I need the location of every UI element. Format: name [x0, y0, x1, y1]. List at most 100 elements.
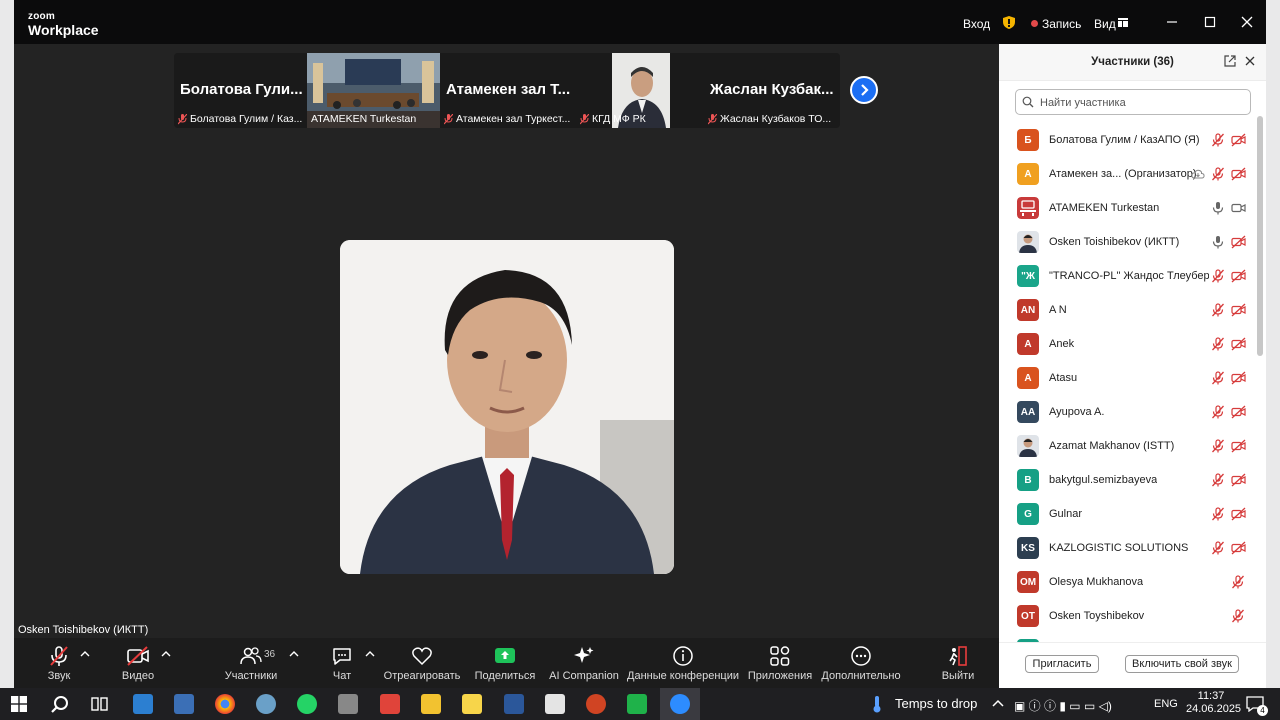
participant-row[interactable]: OM Olesya Mukhanova	[999, 566, 1257, 600]
grid-icon[interactable]	[1118, 18, 1128, 27]
mic-muted-icon[interactable]	[1211, 269, 1225, 283]
mic-muted-icon[interactable]	[1231, 609, 1245, 623]
chevron-up-icon[interactable]	[365, 650, 375, 658]
participant-row[interactable]: A Atasu	[999, 362, 1257, 396]
mic-icon[interactable]	[1211, 235, 1225, 249]
word-icon[interactable]	[504, 694, 524, 714]
app-icon[interactable]	[462, 694, 482, 714]
participant-row[interactable]: Bbakytgul.semizbayeva	[999, 464, 1257, 498]
participants-button[interactable]: Участники	[220, 638, 282, 688]
camera-off-icon[interactable]	[1231, 269, 1246, 283]
participant-row[interactable]: Osken Toishibekov (ИКТТ)	[999, 226, 1257, 260]
minimize-icon[interactable]	[1164, 14, 1180, 30]
video-tile[interactable]: Болатова Гули... Болатова Гулим / Каз...	[174, 53, 307, 128]
recording-button[interactable]: Запись	[1042, 17, 1081, 31]
app-icon[interactable]	[627, 694, 647, 714]
video-tile[interactable]: ATAMEKEN Turkestan	[307, 53, 440, 128]
share-button[interactable]: Поделиться	[475, 638, 535, 688]
shield-icon[interactable]	[1003, 16, 1015, 29]
participant-row[interactable]: AN A N	[999, 294, 1257, 328]
windows-start-icon[interactable]	[11, 696, 27, 712]
participant-row[interactable]: G Gulnar	[999, 498, 1257, 532]
mic-muted-icon[interactable]	[1211, 507, 1225, 521]
tray-icons[interactable]: ▣ ⓘ ⓘ ▮ ▭ ▭ ◁)	[1014, 697, 1112, 714]
camera-off-icon[interactable]	[1231, 507, 1246, 521]
camera-off-icon[interactable]	[1231, 303, 1246, 317]
camera-off-icon[interactable]	[1231, 405, 1246, 419]
more-button[interactable]: Дополнительно	[821, 638, 901, 688]
meeting-info-button[interactable]: Данные конференции	[627, 638, 739, 688]
camera-off-icon[interactable]	[1231, 439, 1246, 453]
mic-muted-icon[interactable]	[1211, 473, 1225, 487]
calculator-icon[interactable]	[174, 694, 194, 714]
react-button[interactable]: Отреагировать	[384, 638, 460, 688]
ai-companion-button[interactable]: AI Companion	[549, 638, 619, 688]
participant-row[interactable]: A Anek	[999, 328, 1257, 362]
camera-off-icon[interactable]	[1231, 371, 1246, 385]
powerpoint-icon[interactable]	[586, 694, 606, 714]
search-input[interactable]	[1038, 93, 1242, 113]
chevron-up-icon[interactable]	[161, 650, 171, 658]
camera-icon[interactable]	[1231, 201, 1246, 215]
participant-row[interactable]: "Ж "TRANCO-PL" Жандос Тлеуберг...	[999, 260, 1257, 294]
close-icon[interactable]	[1239, 14, 1255, 30]
participant-row[interactable]: ATAMEKEN Turkestan	[999, 192, 1257, 226]
task-view-icon[interactable]	[91, 696, 109, 712]
video-tile[interactable]: Жаслан Кузбак... Жаслан Кузбаков ТО...	[704, 53, 840, 128]
participant-row[interactable]: Azamat Makhanov (ISTT)	[999, 430, 1257, 464]
participant-row[interactable]: KS KAZLOGISTIC SOLUTIONS	[999, 532, 1257, 566]
next-page-button[interactable]	[850, 76, 878, 104]
sign-in-button[interactable]: Вход	[963, 17, 990, 31]
camera-off-icon[interactable]	[1231, 337, 1246, 351]
invite-button[interactable]: Пригласить	[1025, 655, 1099, 673]
video-tile[interactable]: КГД МФ РК	[576, 53, 704, 128]
zoom-taskbar-item[interactable]	[660, 688, 700, 720]
anydesk-icon[interactable]	[380, 694, 400, 714]
popout-icon[interactable]	[1224, 55, 1236, 67]
search-icon[interactable]	[51, 695, 69, 713]
mic-muted-icon[interactable]	[1231, 575, 1245, 589]
camera-off-icon[interactable]	[1231, 473, 1246, 487]
mic-icon[interactable]	[1211, 201, 1225, 215]
maximize-icon[interactable]	[1202, 14, 1218, 30]
mic-muted-icon[interactable]	[1211, 371, 1225, 385]
chevron-up-icon[interactable]	[289, 650, 299, 658]
mic-muted-icon[interactable]	[1211, 303, 1225, 317]
chrome-icon[interactable]	[215, 694, 235, 714]
mic-muted-icon[interactable]	[1211, 337, 1225, 351]
weather-text[interactable]: Temps to drop	[895, 696, 977, 711]
mic-muted-icon[interactable]	[1211, 405, 1225, 419]
pdf-icon[interactable]	[545, 694, 565, 714]
mic-muted-icon[interactable]	[1211, 541, 1225, 555]
mic-muted-icon[interactable]	[1211, 133, 1225, 147]
leave-button[interactable]: Выйти	[938, 638, 978, 688]
audio-button[interactable]: Звук	[38, 638, 80, 688]
close-icon[interactable]	[1245, 56, 1255, 66]
apps-button[interactable]: Приложения	[748, 638, 812, 688]
chat-button[interactable]: Чат	[326, 638, 358, 688]
unmute-self-button[interactable]: Включить свой звук	[1125, 655, 1239, 673]
participant-row[interactable]: OT Osken Toyshibekov	[999, 600, 1257, 634]
mic-muted-icon[interactable]	[1211, 439, 1225, 453]
mic-muted-icon[interactable]	[1211, 167, 1225, 181]
clock[interactable]: 11:37 24.06.2025	[1186, 690, 1241, 716]
participant-row[interactable]: AA Ayupova A.	[999, 396, 1257, 430]
participant-row[interactable]: А Атамекен за... (Организатор)	[999, 158, 1257, 192]
whatsapp-icon[interactable]	[297, 694, 317, 714]
language-indicator[interactable]: ENG	[1154, 698, 1178, 710]
video-button[interactable]: Видео	[116, 638, 160, 688]
video-tile[interactable]: Атамекен зал Т... Атамекен зал Туркест..…	[440, 53, 576, 128]
app-icon[interactable]	[338, 694, 358, 714]
camera-off-icon[interactable]	[1231, 167, 1246, 181]
camera-off-icon[interactable]	[1231, 541, 1246, 555]
view-button[interactable]: Вид	[1094, 17, 1116, 31]
folder-icon[interactable]	[421, 694, 441, 714]
list-scrollbar[interactable]	[1257, 116, 1263, 356]
app-icon[interactable]	[256, 694, 276, 714]
search-box[interactable]	[1015, 89, 1251, 115]
chevron-up-icon[interactable]	[80, 650, 90, 658]
chevron-up-icon[interactable]	[992, 699, 1004, 707]
camera-off-icon[interactable]	[1231, 235, 1246, 249]
app-icon[interactable]	[133, 694, 153, 714]
camera-off-icon[interactable]	[1231, 133, 1246, 147]
